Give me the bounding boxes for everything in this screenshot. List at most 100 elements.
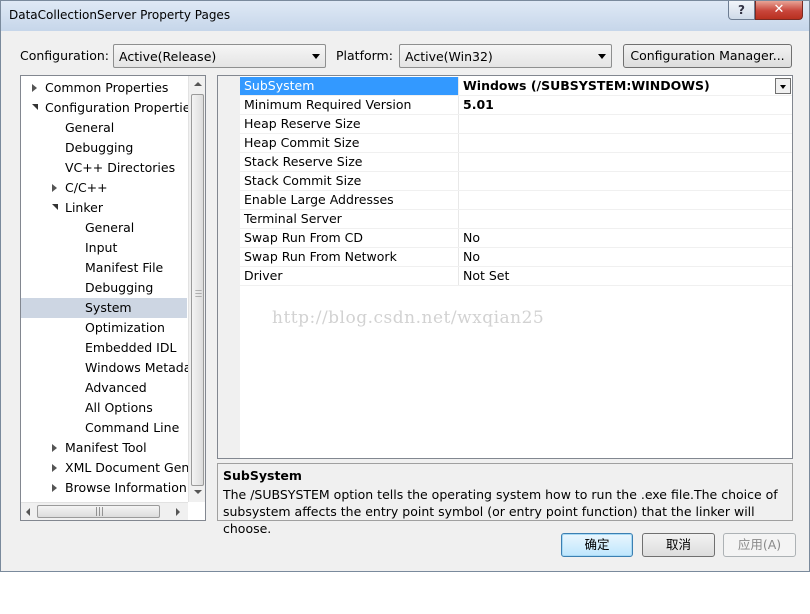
tree-item-label: C/C++: [65, 180, 108, 195]
tree-item[interactable]: Command Line: [21, 418, 187, 438]
property-value[interactable]: [460, 172, 792, 190]
platform-label: Platform:: [336, 48, 393, 63]
collapsed-triangle-icon[interactable]: [52, 464, 57, 472]
property-row[interactable]: Swap Run From CD No: [240, 229, 792, 248]
property-value[interactable]: No: [460, 248, 792, 266]
scroll-thumb[interactable]: |||: [37, 505, 160, 518]
property-tree[interactable]: Common Properties Configuration Propertie…: [20, 75, 206, 521]
property-value[interactable]: 5.01: [460, 96, 792, 114]
tree-item[interactable]: Common Properties: [21, 78, 187, 98]
property-name: Stack Reserve Size: [240, 153, 459, 171]
property-value[interactable]: [460, 134, 792, 152]
property-name: Heap Reserve Size: [240, 115, 459, 133]
tree-item[interactable]: Input: [21, 238, 187, 258]
scroll-down-icon[interactable]: [194, 490, 202, 494]
tree-item-label: Windows Metadata: [85, 360, 204, 375]
tree-item[interactable]: Optimization: [21, 318, 187, 338]
title-bar[interactable]: DataCollectionServer Property Pages ? ✕: [1, 1, 809, 31]
collapsed-triangle-icon[interactable]: [52, 184, 57, 192]
tree-item[interactable]: Debugging: [21, 278, 187, 298]
property-row[interactable]: Stack Commit Size: [240, 172, 792, 191]
apply-button[interactable]: 应用(A): [723, 533, 796, 557]
configuration-manager-button[interactable]: Configuration Manager...: [623, 44, 792, 68]
tree-item-label: Optimization: [85, 320, 165, 335]
value-dropdown-button[interactable]: [775, 78, 791, 94]
property-value[interactable]: [460, 115, 792, 133]
tree-item-label: Embedded IDL: [85, 340, 177, 355]
tree-item[interactable]: Debugging: [21, 138, 187, 158]
close-button[interactable]: ✕: [755, 1, 803, 20]
property-row[interactable]: Heap Reserve Size: [240, 115, 792, 134]
platform-dropdown[interactable]: Active(Win32): [399, 44, 612, 68]
tree-item-label: Browse Information: [65, 480, 187, 495]
tree-item[interactable]: Browse Information: [21, 478, 187, 498]
tree-item[interactable]: Manifest File: [21, 258, 187, 278]
chevron-down-icon: [780, 85, 786, 89]
tree-item[interactable]: General: [21, 118, 187, 138]
property-row[interactable]: Terminal Server: [240, 210, 792, 229]
description-title: SubSystem: [223, 468, 302, 483]
property-name: Driver: [240, 267, 459, 285]
property-value[interactable]: [460, 210, 792, 228]
property-pages-window: DataCollectionServer Property Pages ? ✕ …: [0, 0, 810, 572]
chevron-down-icon: [312, 54, 320, 59]
scroll-right-icon[interactable]: [176, 508, 180, 516]
tree-item-label: Debugging: [65, 140, 134, 155]
property-grid[interactable]: SubSystem Windows (/SUBSYSTEM:WINDOWS) Min…: [217, 75, 793, 459]
collapsed-triangle-icon[interactable]: [52, 484, 57, 492]
grip-icon: |||: [95, 507, 105, 517]
tree-item[interactable]: System: [21, 298, 187, 318]
tree-item[interactable]: Embedded IDL: [21, 338, 187, 358]
scroll-up-icon[interactable]: [194, 82, 202, 86]
configuration-value: Active(Release): [119, 49, 217, 64]
property-row[interactable]: Driver Not Set: [240, 267, 792, 286]
expanded-triangle-icon[interactable]: [52, 204, 58, 210]
property-row[interactable]: Enable Large Addresses: [240, 191, 792, 210]
tree-item[interactable]: Windows Metadata: [21, 358, 204, 378]
platform-value: Active(Win32): [405, 49, 493, 64]
help-button[interactable]: ?: [728, 1, 755, 20]
property-value[interactable]: [460, 191, 792, 209]
configuration-dropdown[interactable]: Active(Release): [113, 44, 326, 68]
tree-item-label: Input: [85, 240, 118, 255]
tree-item-label: Common Properties: [45, 80, 169, 95]
tree-horizontal-scrollbar[interactable]: |||: [21, 502, 188, 520]
property-name: Enable Large Addresses: [240, 191, 459, 209]
watermark: http://blog.csdn.net/wxqian25: [272, 308, 545, 328]
tree-item-label: Manifest File: [85, 260, 164, 275]
tree-vertical-scrollbar[interactable]: — — —: [188, 76, 205, 502]
tree-item-label: Command Line: [85, 420, 180, 435]
property-row[interactable]: Stack Reserve Size: [240, 153, 792, 172]
tree-item[interactable]: C/C++: [21, 178, 187, 198]
property-name: Terminal Server: [240, 210, 459, 228]
tree-item[interactable]: XML Document Generator: [21, 458, 205, 478]
collapsed-triangle-icon[interactable]: [52, 444, 57, 452]
tree-item[interactable]: Linker: [21, 198, 187, 218]
configuration-label: Configuration:: [20, 48, 109, 63]
tree-item-label: Advanced: [85, 380, 147, 395]
tree-item-label: XML Document Generator: [65, 460, 205, 475]
property-row[interactable]: Heap Commit Size: [240, 134, 792, 153]
property-name: SubSystem: [240, 77, 459, 95]
ok-button[interactable]: 确定: [561, 533, 633, 557]
tree-item[interactable]: All Options: [21, 398, 187, 418]
tree-item[interactable]: Configuration Properties: [21, 98, 197, 118]
tree-item[interactable]: General: [21, 218, 187, 238]
property-value[interactable]: [460, 153, 792, 171]
collapsed-triangle-icon[interactable]: [32, 84, 37, 92]
tree-item[interactable]: Advanced: [21, 378, 187, 398]
property-row[interactable]: Swap Run From Network No: [240, 248, 792, 267]
tree-item[interactable]: VC++ Directories: [21, 158, 187, 178]
scroll-thumb[interactable]: — — —: [191, 94, 204, 486]
property-row[interactable]: Minimum Required Version 5.01: [240, 96, 792, 115]
cancel-button[interactable]: 取消: [642, 533, 715, 557]
property-row[interactable]: SubSystem Windows (/SUBSYSTEM:WINDOWS): [240, 77, 792, 96]
property-value[interactable]: No: [460, 229, 792, 247]
property-name: Stack Commit Size: [240, 172, 459, 190]
scroll-left-icon[interactable]: [26, 508, 30, 516]
property-value[interactable]: Not Set: [460, 267, 792, 285]
property-value[interactable]: Windows (/SUBSYSTEM:WINDOWS): [460, 77, 792, 95]
tree-item[interactable]: Manifest Tool: [21, 438, 187, 458]
expanded-triangle-icon[interactable]: [32, 104, 38, 110]
tree-item-label: General: [65, 120, 115, 135]
